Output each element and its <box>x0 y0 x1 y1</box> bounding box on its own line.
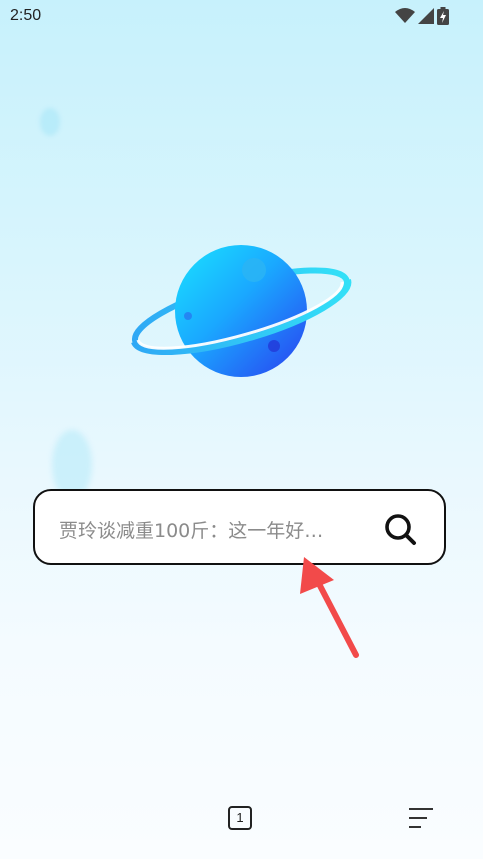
tab-count-button[interactable]: 1 <box>228 806 252 830</box>
battery-charging-icon <box>437 7 449 25</box>
planet-logo-icon <box>131 245 352 377</box>
signal-icon <box>418 8 434 24</box>
search-input[interactable]: 贾玲谈减重100斤：这一年好… <box>59 516 377 543</box>
search-box[interactable]: 贾玲谈减重100斤：这一年好… <box>33 489 446 565</box>
background-bubble <box>40 108 60 136</box>
menu-lines-icon[interactable] <box>408 806 434 830</box>
wifi-icon <box>395 8 415 23</box>
status-time: 2:50 <box>10 7 42 24</box>
red-arrow-icon <box>300 557 359 658</box>
status-icons <box>395 6 449 26</box>
search-icon[interactable] <box>382 511 418 547</box>
status-bar: 2:50 <box>0 0 483 32</box>
bottom-toolbar: 1 <box>0 772 483 859</box>
